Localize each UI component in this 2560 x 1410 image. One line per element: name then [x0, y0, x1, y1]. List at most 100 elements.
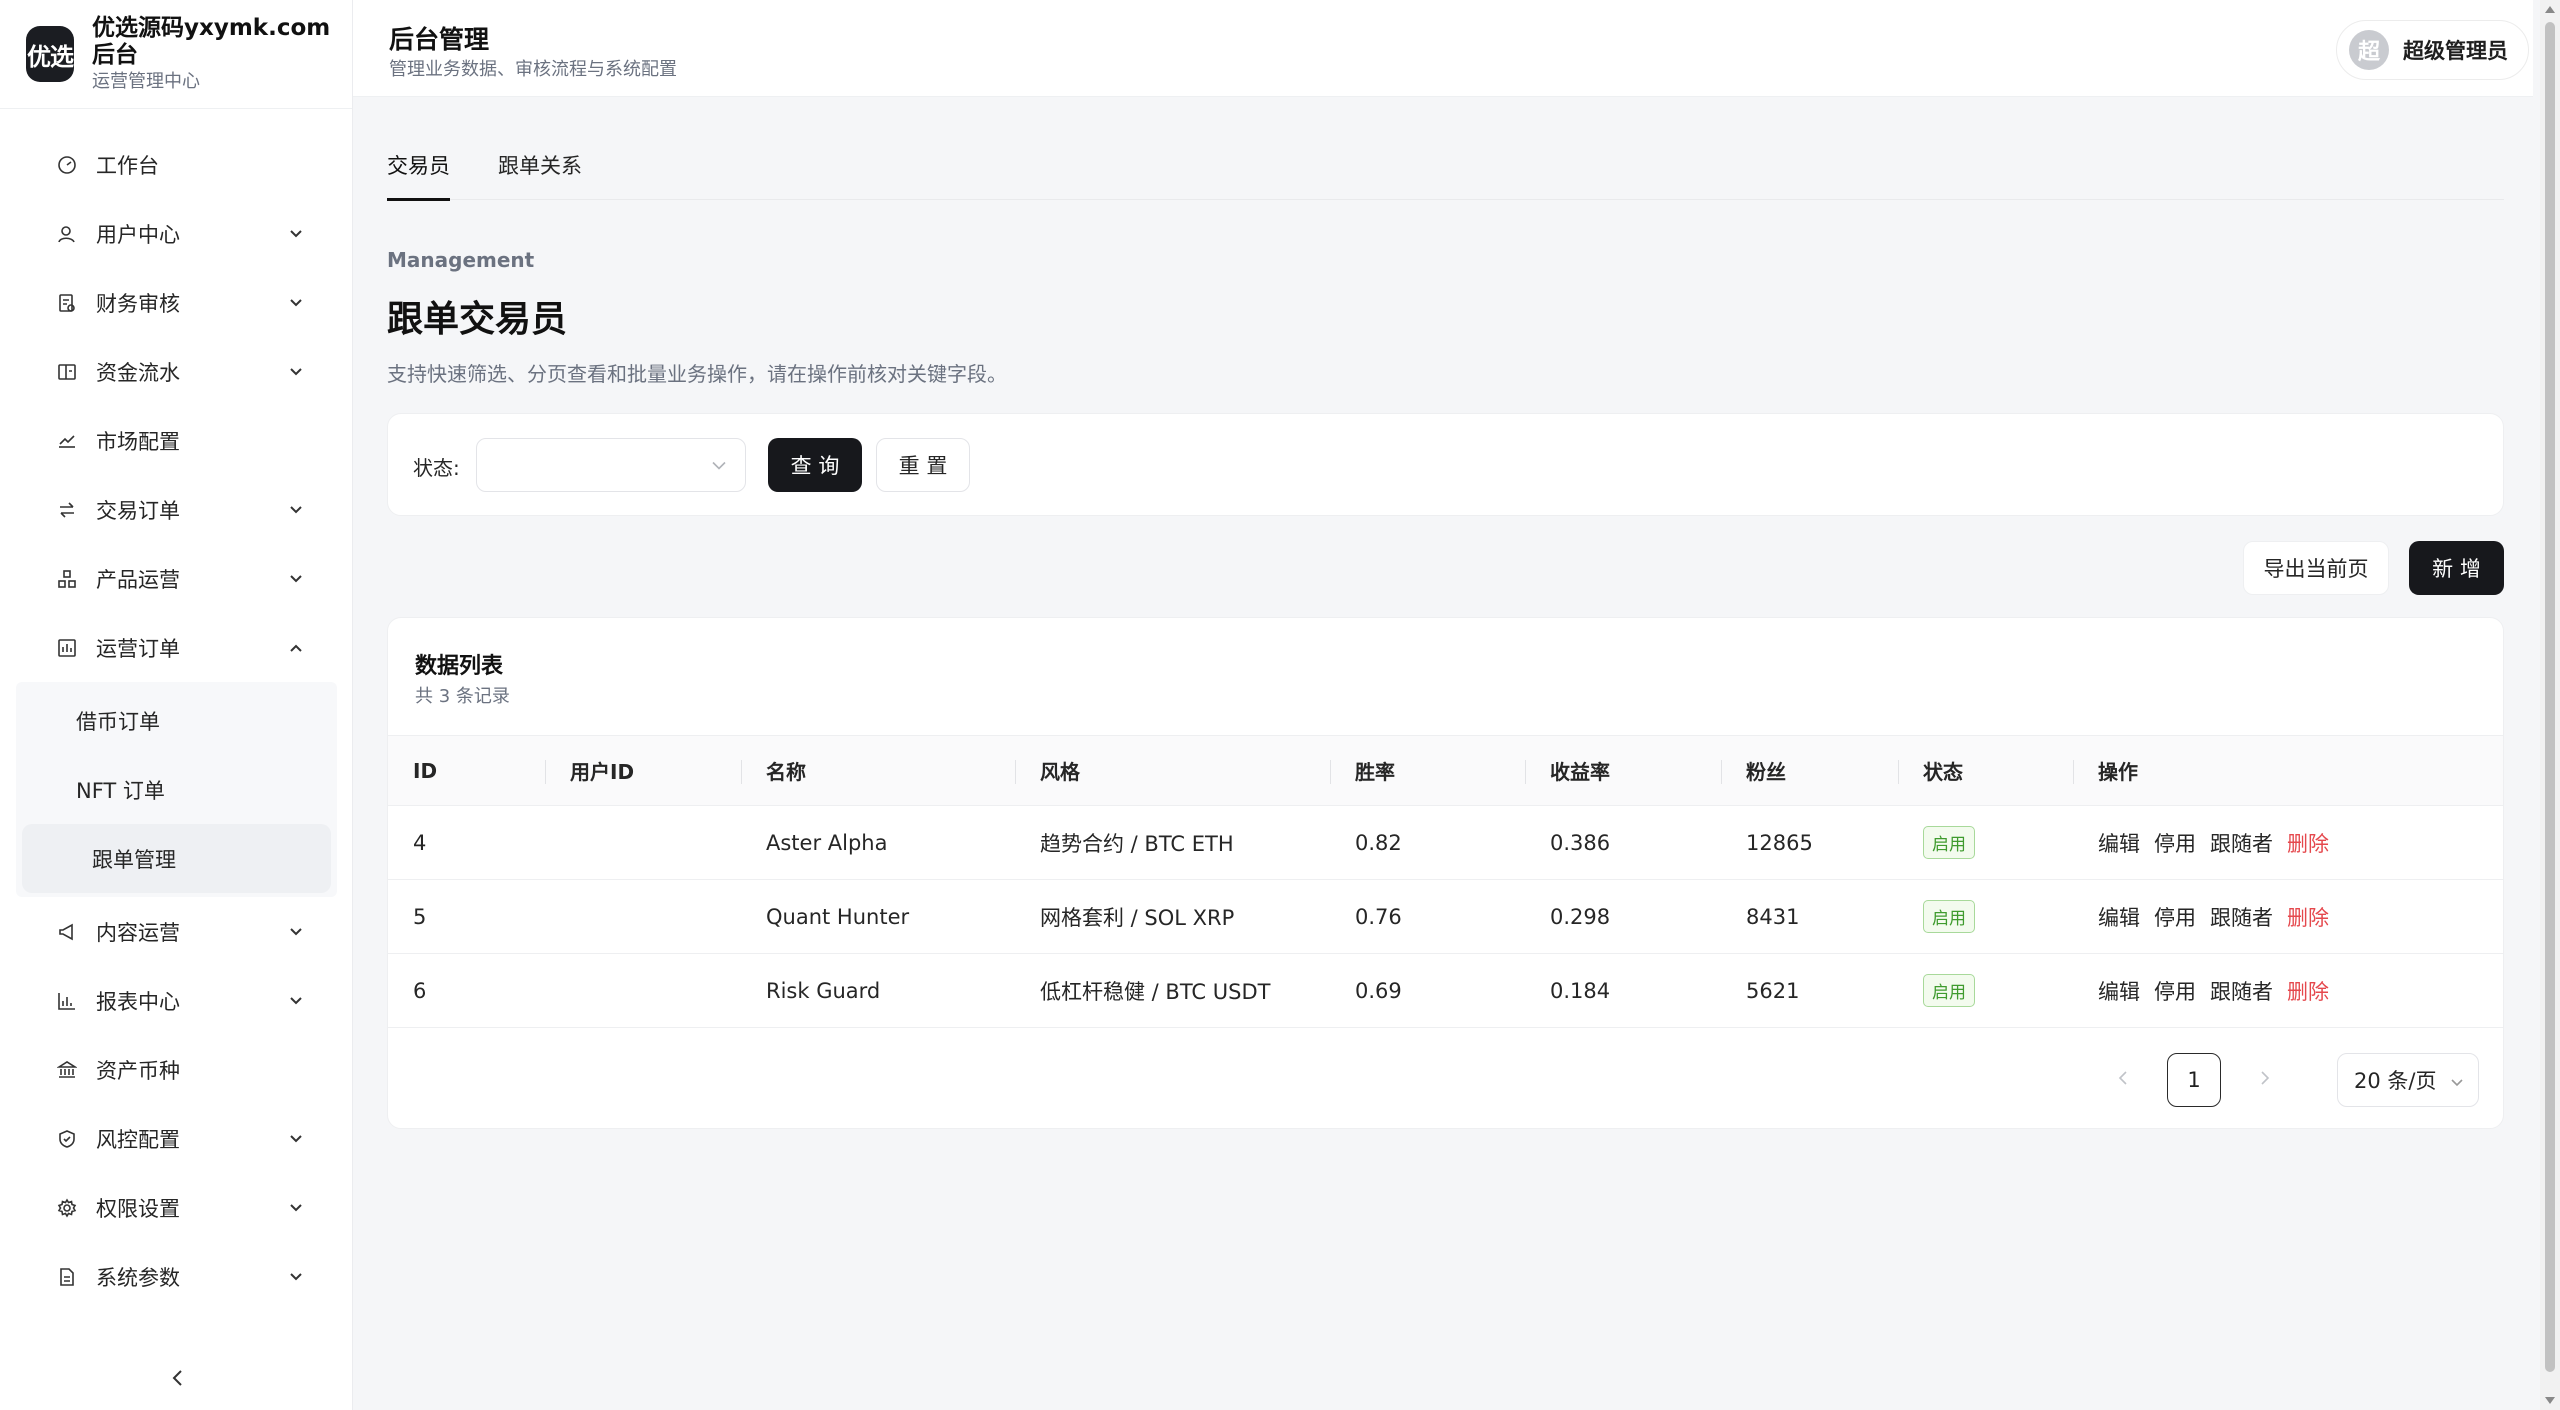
sidebar-item-trade-orders[interactable]: 交易订单 — [0, 475, 353, 544]
reset-button[interactable]: 重 置 — [876, 438, 970, 492]
sidebar-item-product-ops[interactable]: 产品运营 — [0, 544, 353, 613]
scroll-down-arrow[interactable] — [2545, 1397, 2555, 1404]
cell-win-rate: 0.82 — [1330, 805, 1525, 880]
table-header-row: ID 用户ID 名称 风格 胜率 收益率 粉丝 状态 操作 — [388, 735, 2503, 806]
chevron-up-icon — [287, 639, 305, 657]
chevron-down-icon — [287, 1199, 305, 1217]
column-header-name: 名称 — [741, 735, 1015, 806]
document-icon — [56, 1266, 78, 1288]
disable-link[interactable]: 停用 — [2154, 832, 2196, 856]
sidebar-item-permissions[interactable]: 权限设置 — [0, 1173, 353, 1242]
scrollbar-thumb[interactable] — [2545, 22, 2555, 1372]
sidebar-subitem-borrow-orders[interactable]: 借币订单 — [0, 686, 353, 755]
sidebar-item-asset-currency[interactable]: 资产币种 — [0, 1035, 353, 1104]
cell-status: 启用 — [1898, 805, 2073, 880]
sidebar-item-label: 报表中心 — [96, 989, 180, 1014]
operation-icon — [56, 637, 78, 659]
sidebar-subitem-copy-trading[interactable]: 跟单管理 — [22, 824, 331, 893]
sidebar-item-label: 财务审核 — [96, 291, 180, 316]
followers-link[interactable]: 跟随者 — [2210, 980, 2273, 1004]
header-subtitle: 管理业务数据、审核流程与系统配置 — [389, 59, 677, 80]
user-icon — [56, 223, 78, 245]
column-header-id: ID — [388, 735, 545, 806]
scroll-up-arrow[interactable] — [2545, 6, 2555, 13]
chevron-down-icon — [287, 363, 305, 381]
cell-return-rate: 0.298 — [1525, 879, 1721, 954]
tab-copy-relations[interactable]: 跟单关系 — [498, 150, 582, 198]
status-select[interactable] — [476, 438, 746, 492]
sidebar-collapse-button[interactable] — [165, 1368, 189, 1392]
edit-link[interactable]: 编辑 — [2098, 906, 2140, 930]
data-table-card: 数据列表 共 3 条记录 ID 用户ID 名称 风格 胜率 收益率 粉丝 状态 … — [387, 617, 2504, 1129]
sidebar-subitem-nft-orders[interactable]: NFT 订单 — [0, 755, 353, 824]
pagination: 1 20 条/页 — [2079, 1052, 2479, 1108]
page-size-select[interactable]: 20 条/页 — [2337, 1053, 2479, 1107]
cell-id: 4 — [388, 805, 545, 880]
delete-link[interactable]: 删除 — [2287, 980, 2329, 1004]
sidebar-item-risk-config[interactable]: 风控配置 — [0, 1104, 353, 1173]
brand: 优选 优选源码yxymk.com后台 运营管理中心 — [0, 0, 352, 109]
cell-fans: 5621 — [1721, 953, 1898, 1028]
status-badge: 启用 — [1923, 826, 1975, 859]
table-row: 6 Risk Guard 低杠杆稳健 / BTC USDT 0.69 0.184… — [388, 953, 2503, 1028]
page-description: 支持快速筛选、分页查看和批量业务操作，请在操作前核对关键字段。 — [387, 362, 1007, 386]
sidebar-menu: 工作台 用户中心 财务审核 资金流水 市场配置 交易订单 产品运营 运营订单 借… — [0, 130, 353, 1311]
submenu-ops-orders: 借币订单 NFT 订单 跟单管理 — [16, 682, 337, 897]
record-count: 共 3 条记录 — [415, 686, 510, 707]
query-button[interactable]: 查 询 — [768, 438, 862, 492]
export-page-button[interactable]: 导出当前页 — [2243, 541, 2389, 595]
sidebar-item-user-center[interactable]: 用户中心 — [0, 199, 353, 268]
cell-user-id — [545, 805, 741, 880]
cell-style: 低杠杆稳健 / BTC USDT — [1015, 953, 1330, 1028]
gear-icon — [56, 1197, 78, 1219]
status-badge: 启用 — [1923, 974, 1975, 1007]
cell-status: 启用 — [1898, 953, 2073, 1028]
cell-actions: 编辑 停用 跟随者 删除 — [2073, 953, 2503, 1028]
disable-link[interactable]: 停用 — [2154, 980, 2196, 1004]
chevron-down-icon — [287, 225, 305, 243]
sidebar-item-finance-review[interactable]: 财务审核 — [0, 268, 353, 337]
shield-icon — [56, 1128, 78, 1150]
chevron-down-icon — [287, 923, 305, 941]
brand-subtitle: 运营管理中心 — [92, 71, 200, 93]
column-header-status: 状态 — [1898, 735, 2073, 806]
cell-win-rate: 0.76 — [1330, 879, 1525, 954]
sidebar-item-label: 运营订单 — [96, 636, 180, 661]
sidebar-item-market-config[interactable]: 市场配置 — [0, 406, 353, 475]
page-tabs: 交易员 跟单关系 — [387, 140, 2504, 201]
edit-link[interactable]: 编辑 — [2098, 980, 2140, 1004]
followers-link[interactable]: 跟随者 — [2210, 832, 2273, 856]
prev-page-button[interactable] — [2103, 1060, 2143, 1100]
column-header-fans: 粉丝 — [1721, 735, 1898, 806]
chevron-down-icon — [2450, 1068, 2464, 1092]
sidebar-item-report-center[interactable]: 报表中心 — [0, 966, 353, 1035]
tab-traders[interactable]: 交易员 — [387, 150, 450, 201]
column-header-win-rate: 胜率 — [1330, 735, 1525, 806]
page-number-button[interactable]: 1 — [2167, 1053, 2221, 1107]
chevron-down-icon — [711, 456, 727, 475]
delete-link[interactable]: 删除 — [2287, 832, 2329, 856]
cell-name: Aster Alpha — [741, 805, 1015, 880]
cell-return-rate: 0.184 — [1525, 953, 1721, 1028]
sidebar-item-dashboard[interactable]: 工作台 — [0, 130, 353, 199]
sidebar-item-label: 资金流水 — [96, 360, 180, 385]
user-menu[interactable]: 超 超级管理员 — [2336, 20, 2529, 80]
page-scrollbar[interactable] — [2540, 0, 2560, 1410]
sidebar-item-system-params[interactable]: 系统参数 — [0, 1242, 353, 1311]
next-page-button[interactable] — [2245, 1060, 2285, 1100]
cell-name: Quant Hunter — [741, 879, 1015, 954]
edit-link[interactable]: 编辑 — [2098, 832, 2140, 856]
sidebar-item-label: 市场配置 — [96, 429, 180, 454]
disable-link[interactable]: 停用 — [2154, 906, 2196, 930]
add-button[interactable]: 新 增 — [2409, 541, 2504, 595]
sidebar-item-content-ops[interactable]: 内容运营 — [0, 897, 353, 966]
followers-link[interactable]: 跟随者 — [2210, 906, 2273, 930]
swap-icon — [56, 499, 78, 521]
sidebar-item-fund-flow[interactable]: 资金流水 — [0, 337, 353, 406]
cell-return-rate: 0.386 — [1525, 805, 1721, 880]
delete-link[interactable]: 删除 — [2287, 906, 2329, 930]
brand-logo: 优选 — [26, 26, 74, 82]
column-header-actions: 操作 — [2073, 735, 2503, 806]
column-header-user-id: 用户ID — [545, 735, 741, 806]
sidebar-item-ops-orders[interactable]: 运营订单 — [0, 613, 353, 682]
